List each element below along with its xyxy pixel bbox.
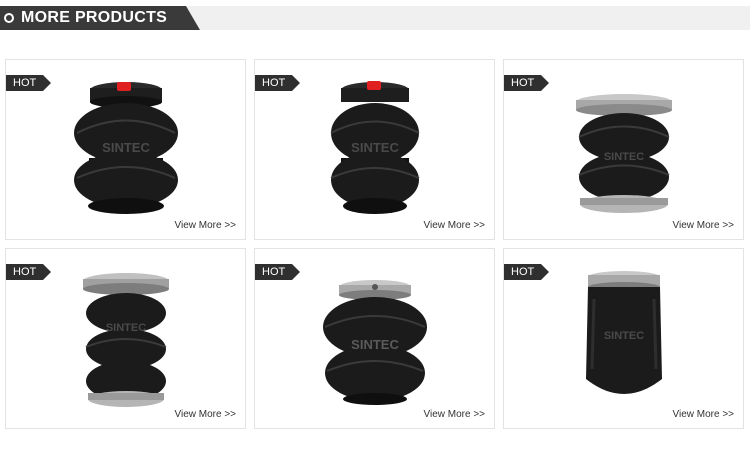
air-spring-image: SINTEC <box>584 269 664 409</box>
section-title: MORE PRODUCTS <box>21 9 168 26</box>
brand-text: SINTEC <box>351 337 399 352</box>
product-card-2[interactable]: HOT SINTEC View More >> <box>254 59 495 240</box>
air-spring-image: SINTEC <box>71 78 181 216</box>
product-card-4[interactable]: HOT SINTEC View More >> <box>5 248 246 429</box>
air-spring-image: SINTEC <box>321 277 429 407</box>
circle-bullet-icon <box>4 13 14 23</box>
product-card-3[interactable]: HOT SINTEC View More >> <box>503 59 744 240</box>
view-more-link[interactable]: View More >> <box>672 220 734 231</box>
hot-badge: HOT <box>6 75 51 91</box>
hot-badge: HOT <box>6 264 51 280</box>
section-title-tab: MORE PRODUCTS <box>0 6 200 30</box>
view-more-link[interactable]: View More >> <box>174 409 236 420</box>
view-more-link[interactable]: View More >> <box>423 409 485 420</box>
product-card-1[interactable]: HOT SINTEC View More >> <box>5 59 246 240</box>
hot-badge: HOT <box>255 75 300 91</box>
section-header: MORE PRODUCTS <box>0 6 750 30</box>
view-more-link[interactable]: View More >> <box>174 220 236 231</box>
brand-text: SINTEC <box>603 151 643 163</box>
hot-badge: HOT <box>255 264 300 280</box>
product-card-6[interactable]: HOT SINTEC View More >> <box>503 248 744 429</box>
view-more-link[interactable]: View More >> <box>672 409 734 420</box>
brand-text: SINTEC <box>603 330 643 342</box>
brand-text: SINTEC <box>351 140 399 155</box>
brand-text: SINTEC <box>105 322 145 334</box>
air-spring-image: SINTEC <box>327 78 423 216</box>
air-spring-image: SINTEC <box>574 92 674 216</box>
product-card-5[interactable]: HOT SINTEC View More >> <box>254 248 495 429</box>
hot-badge: HOT <box>504 75 549 91</box>
hot-badge: HOT <box>504 264 549 280</box>
brand-text: SINTEC <box>102 140 150 155</box>
air-spring-image: SINTEC <box>81 271 171 409</box>
view-more-link[interactable]: View More >> <box>423 220 485 231</box>
